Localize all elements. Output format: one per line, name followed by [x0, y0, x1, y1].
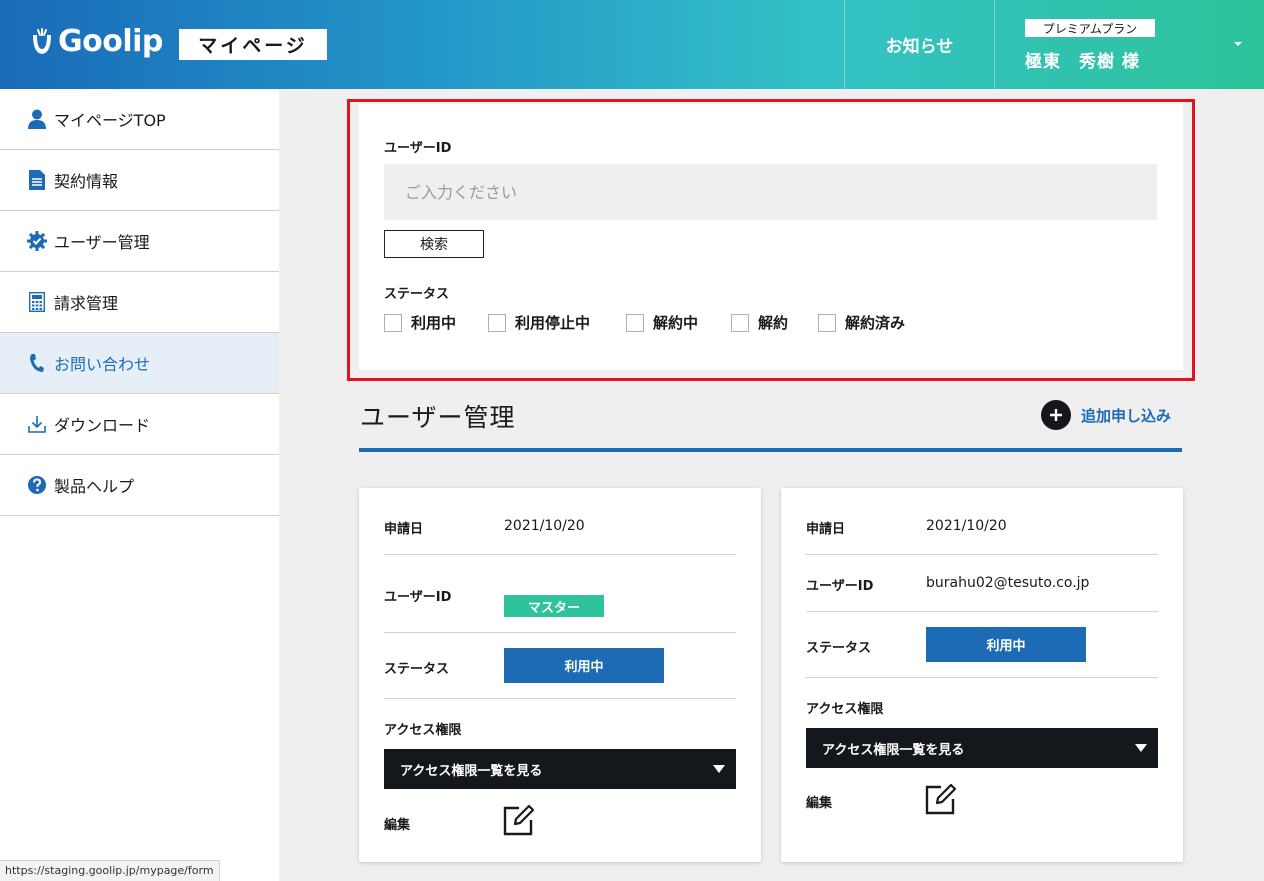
- goolip-logo[interactable]: Goolip: [30, 24, 163, 59]
- status-checkbox-active[interactable]: 利用中: [384, 312, 456, 333]
- user-id-value: burahu02@tesuto.co.jp: [926, 575, 1090, 591]
- checkbox-box[interactable]: [384, 313, 402, 332]
- user-name[interactable]: 極東 秀樹 様: [1025, 47, 1140, 72]
- plan-badge: プレミアムプラン: [1025, 19, 1155, 37]
- sidebar-item-label: お問い合わせ: [54, 355, 151, 374]
- checkbox-box[interactable]: [818, 313, 836, 332]
- add-application-label: 追加申し込み: [1081, 406, 1172, 425]
- checkbox-label: 利用停止中: [515, 314, 591, 332]
- applied-date-label: 申請日: [806, 522, 846, 537]
- dropdown-triangle-icon: [1135, 744, 1147, 752]
- dropdown-label: アクセス権限一覧を見る: [400, 763, 543, 779]
- checkbox-box[interactable]: [488, 313, 506, 332]
- access-permissions-dropdown[interactable]: アクセス権限一覧を見る: [806, 728, 1158, 768]
- status-checkbox-cancelling[interactable]: 解約中: [626, 312, 698, 333]
- help-icon: [27, 475, 47, 495]
- sidebar-item-label: 製品ヘルプ: [54, 477, 135, 496]
- checkbox-label: 解約中: [653, 314, 699, 332]
- checkbox-label: 解約: [758, 314, 789, 332]
- status-checkbox-cancel-completed[interactable]: 解約済み: [818, 312, 905, 333]
- dropdown-label: アクセス権限一覧を見る: [822, 742, 965, 758]
- edit-icon[interactable]: [924, 782, 958, 816]
- sidebar-item-download[interactable]: ダウンロード: [0, 394, 279, 455]
- applied-date-value: 2021/10/20: [926, 518, 1007, 534]
- access-permissions-dropdown[interactable]: アクセス権限一覧を見る: [384, 749, 736, 789]
- sidebar-item-billing[interactable]: 請求管理: [0, 272, 279, 333]
- logo-mark-icon: [33, 27, 51, 54]
- checkbox-box[interactable]: [626, 313, 644, 332]
- user-card: 申請日 2021/10/20 ユーザーID マスター ステータス 利用中 アクセ…: [359, 488, 761, 862]
- add-application-button[interactable]: 追加申し込み: [1041, 400, 1171, 430]
- status-badge: 利用中: [926, 627, 1086, 662]
- dropdown-triangle-icon: [713, 765, 725, 773]
- gear-check-icon: [27, 231, 47, 251]
- applied-date-label: 申請日: [384, 522, 424, 537]
- plus-icon: [1041, 400, 1071, 430]
- access-label: アクセス権限: [806, 702, 884, 717]
- search-button[interactable]: 検索: [384, 230, 484, 258]
- user-id-search-input[interactable]: [384, 164, 1157, 220]
- applied-date-value: 2021/10/20: [504, 518, 585, 534]
- divider: [384, 698, 736, 699]
- document-icon: [27, 170, 47, 190]
- browser-status-url: https://staging.goolip.jp/mypage/form: [0, 860, 220, 881]
- phone-icon: [27, 353, 47, 373]
- section-badge: マイページ: [179, 29, 327, 60]
- user-id-label: ユーザーID: [384, 141, 452, 156]
- user-icon: [27, 109, 47, 129]
- divider: [806, 554, 1158, 555]
- page-title: ユーザー管理: [360, 403, 516, 432]
- access-label: アクセス権限: [384, 723, 462, 738]
- sidebar-item-label: ダウンロード: [54, 416, 151, 435]
- calculator-icon: [27, 292, 47, 312]
- sidebar-item-mypage-top[interactable]: マイページTOP: [0, 89, 279, 150]
- user-card: 申請日 2021/10/20 ユーザーID burahu02@tesuto.co…: [781, 488, 1183, 862]
- logo-text: Goolip: [58, 24, 163, 59]
- download-icon: [27, 414, 47, 434]
- sidebar-item-label: マイページTOP: [54, 111, 166, 130]
- checkbox-box[interactable]: [731, 313, 749, 332]
- user-id-label: ユーザーID: [806, 579, 874, 594]
- divider: [384, 554, 736, 555]
- status-filter-label: ステータス: [384, 287, 450, 302]
- divider: [384, 632, 736, 633]
- status-label: ステータス: [384, 662, 450, 677]
- status-label: ステータス: [806, 641, 872, 656]
- status-badge: 利用中: [504, 648, 664, 683]
- edit-icon[interactable]: [502, 803, 536, 837]
- sidebar-item-label: 契約情報: [54, 172, 119, 191]
- header-divider: [994, 0, 995, 89]
- sidebar-item-help[interactable]: 製品ヘルプ: [0, 455, 279, 516]
- notice-link[interactable]: お知らせ: [845, 0, 994, 89]
- sidebar-item-label: 請求管理: [54, 294, 119, 313]
- master-badge: マスター: [504, 595, 604, 617]
- divider: [806, 611, 1158, 612]
- sidebar-item-contact[interactable]: お問い合わせ: [0, 333, 279, 394]
- status-checkbox-cancelled[interactable]: 解約: [731, 312, 788, 333]
- status-checkbox-suspended[interactable]: 利用停止中: [488, 312, 590, 333]
- sidebar-item-label: ユーザー管理: [54, 233, 150, 252]
- sidebar-item-contract[interactable]: 契約情報: [0, 150, 279, 211]
- sidebar-item-user-management[interactable]: ユーザー管理: [0, 211, 279, 272]
- divider: [806, 677, 1158, 678]
- checkbox-label: 解約済み: [845, 314, 906, 332]
- user-menu-caret-icon[interactable]: [1233, 40, 1243, 48]
- top-header: Goolip マイページ お知らせ プレミアムプラン 極東 秀樹 様: [0, 0, 1264, 89]
- edit-label: 編集: [806, 796, 833, 811]
- title-underline: [359, 448, 1182, 452]
- user-id-label: ユーザーID: [384, 590, 452, 605]
- checkbox-label: 利用中: [411, 314, 457, 332]
- sidebar: マイページTOP 契約情報 ユーザー管理 請求管理 お問い合わせ ダウンロード …: [0, 89, 279, 881]
- edit-label: 編集: [384, 818, 411, 833]
